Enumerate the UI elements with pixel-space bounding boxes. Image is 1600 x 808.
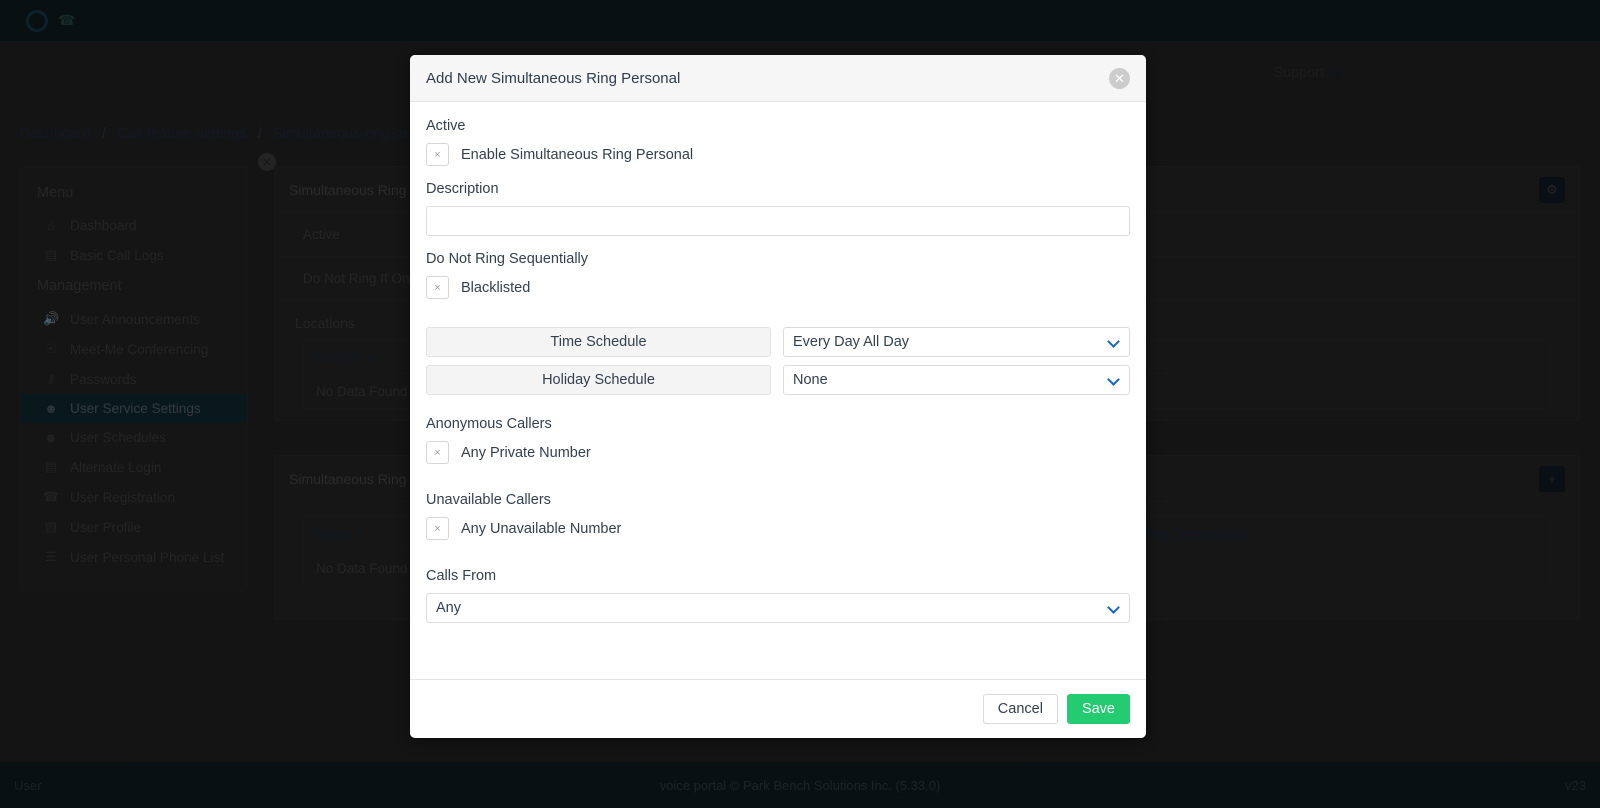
field-group-description: Description bbox=[426, 181, 1130, 236]
save-button[interactable]: Save bbox=[1066, 694, 1130, 724]
time-schedule-select[interactable]: Every Day All Day bbox=[783, 327, 1130, 357]
holiday-schedule-button[interactable]: Holiday Schedule bbox=[426, 365, 771, 395]
dialog-body: Active × Enable Simultaneous Ring Person… bbox=[410, 102, 1146, 679]
blacklisted-checkbox[interactable]: × bbox=[426, 276, 449, 299]
time-schedule-button[interactable]: Time Schedule bbox=[426, 327, 771, 357]
any-private-number-checkbox[interactable]: × bbox=[426, 441, 449, 464]
time-schedule-row: Time Schedule Every Day All Day bbox=[426, 327, 1130, 357]
anonymous-callers-label: Anonymous Callers bbox=[426, 416, 552, 432]
time-schedule-select-wrapper: Every Day All Day bbox=[783, 327, 1130, 357]
do-not-ring-sequentially-label: Do Not Ring Sequentially bbox=[426, 251, 589, 267]
dialog-header: Add New Simultaneous Ring Personal ✕ bbox=[410, 55, 1146, 102]
enable-simultaneous-ring-checkbox[interactable]: × bbox=[426, 143, 449, 166]
dialog-title: Add New Simultaneous Ring Personal bbox=[426, 69, 681, 87]
field-group-anonymous-callers: Anonymous Callers × Any Private Number bbox=[426, 416, 1130, 464]
any-unavailable-number-checkbox[interactable]: × bbox=[426, 517, 449, 540]
calls-from-select-wrapper: Any bbox=[426, 593, 1130, 623]
active-label: Active bbox=[426, 118, 466, 134]
holiday-schedule-select[interactable]: None bbox=[783, 365, 1130, 395]
field-group-unavailable-callers: Unavailable Callers × Any Unavailable Nu… bbox=[426, 492, 1130, 540]
any-unavailable-number-label: Any Unavailable Number bbox=[461, 520, 622, 537]
holiday-schedule-row: Holiday Schedule None bbox=[426, 365, 1130, 395]
calls-from-select[interactable]: Any bbox=[426, 593, 1130, 623]
blacklisted-label: Blacklisted bbox=[461, 279, 531, 296]
enable-simultaneous-ring-label: Enable Simultaneous Ring Personal bbox=[461, 146, 694, 163]
unavailable-callers-label: Unavailable Callers bbox=[426, 492, 551, 508]
description-input[interactable] bbox=[426, 206, 1130, 236]
close-icon[interactable]: ✕ bbox=[1109, 67, 1130, 89]
field-group-do-not-ring-sequentially: Do Not Ring Sequentially × Blacklisted bbox=[426, 251, 1130, 299]
blacklisted-checkbox-row[interactable]: × Blacklisted bbox=[426, 276, 1130, 299]
holiday-schedule-select-wrapper: None bbox=[783, 365, 1130, 395]
add-simultaneous-ring-personal-dialog: Add New Simultaneous Ring Personal ✕ Act… bbox=[410, 55, 1146, 738]
any-private-number-label: Any Private Number bbox=[461, 444, 591, 461]
any-private-number-checkbox-row[interactable]: × Any Private Number bbox=[426, 441, 1130, 464]
description-label: Description bbox=[426, 181, 499, 197]
dialog-footer: Cancel Save bbox=[410, 679, 1146, 738]
cancel-button[interactable]: Cancel bbox=[982, 694, 1058, 724]
field-group-calls-from: Calls From Any bbox=[426, 568, 1130, 623]
any-unavailable-number-checkbox-row[interactable]: × Any Unavailable Number bbox=[426, 517, 1130, 540]
calls-from-label: Calls From bbox=[426, 568, 497, 584]
field-group-active: Active × Enable Simultaneous Ring Person… bbox=[426, 118, 1130, 166]
enable-simultaneous-ring-checkbox-row[interactable]: × Enable Simultaneous Ring Personal bbox=[426, 143, 1130, 166]
